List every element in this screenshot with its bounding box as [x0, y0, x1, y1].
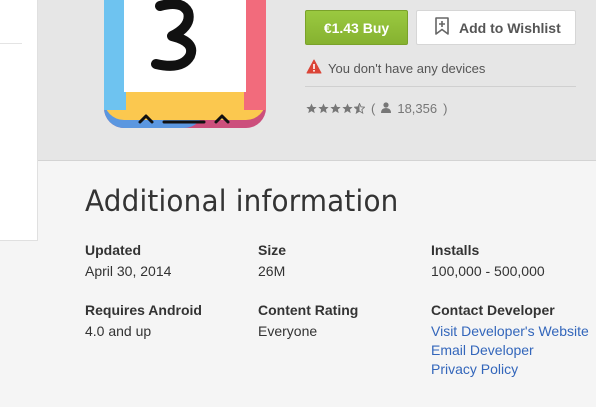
installs-value: 100,000 - 500,000 [431, 263, 545, 279]
size-label: Size [258, 242, 287, 258]
rating-summary[interactable]: ( 18,356 ) [306, 100, 447, 116]
content-rating-label: Content Rating [258, 302, 359, 318]
email-developer-link[interactable]: Email Developer [431, 341, 596, 360]
installs-label: Installs [431, 242, 480, 258]
half-star-icon [354, 102, 365, 114]
updated-cell: Updated April 30, 2014 [85, 242, 255, 280]
wishlist-bookmark-icon [435, 17, 449, 38]
updated-value: April 30, 2014 [85, 263, 172, 279]
add-to-wishlist-button[interactable]: Add to Wishlist [416, 10, 576, 45]
updated-label: Updated [85, 242, 141, 258]
content-rating-cell: Content Rating Everyone [258, 302, 428, 340]
side-panel-divider [0, 43, 22, 44]
person-icon [381, 101, 392, 116]
star-icon [342, 102, 353, 113]
warning-icon [306, 59, 322, 77]
side-panel [0, 0, 38, 241]
contact-developer-cell: Contact Developer Visit Developer's Webs… [431, 302, 596, 379]
rating-stars [306, 102, 365, 114]
installs-cell: Installs 100,000 - 500,000 [431, 242, 596, 280]
buy-button[interactable]: €1.43 Buy [305, 10, 408, 45]
privacy-policy-link[interactable]: Privacy Policy [431, 360, 596, 379]
size-value: 26M [258, 263, 286, 279]
no-devices-warning: You don't have any devices [306, 59, 485, 77]
rating-close-paren: ) [443, 100, 448, 116]
visit-developer-website-link[interactable]: Visit Developer's Website [431, 322, 596, 341]
app-icon [104, 0, 266, 130]
purchase-divider [305, 86, 576, 87]
star-icon [330, 102, 341, 113]
star-icon [318, 102, 329, 113]
rating-count: 18,356 [397, 100, 438, 116]
star-icon [306, 102, 317, 113]
size-cell: Size 26M [258, 242, 428, 280]
requires-android-value: 4.0 and up [85, 323, 152, 339]
wishlist-label: Add to Wishlist [459, 19, 561, 36]
requires-android-cell: Requires Android 4.0 and up [85, 302, 255, 340]
rating-open-paren: ( [371, 100, 376, 116]
contact-developer-label: Contact Developer [431, 302, 555, 318]
section-title: Additional information [85, 184, 399, 218]
warning-text: You don't have any devices [328, 60, 486, 76]
content-rating-value: Everyone [258, 323, 318, 339]
contact-links: Visit Developer's Website Email Develope… [431, 322, 596, 379]
requires-android-label: Requires Android [85, 302, 202, 318]
